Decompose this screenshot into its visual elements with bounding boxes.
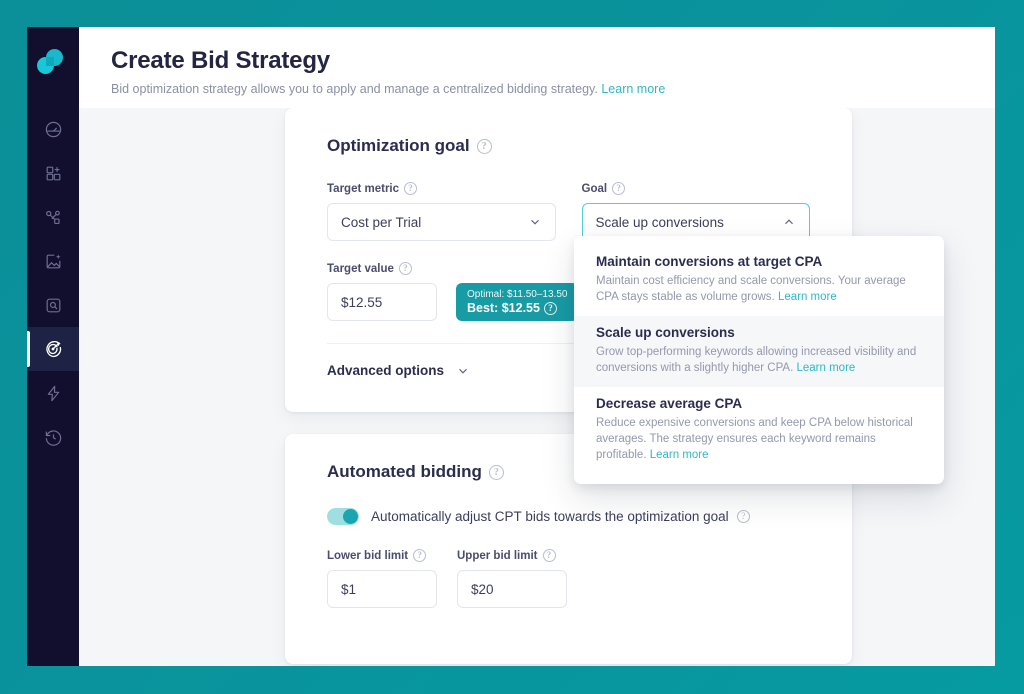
- upper-bid-field: Upper bid limit ?: [457, 549, 567, 608]
- goal-option-learn-more-link[interactable]: Learn more: [778, 291, 837, 303]
- header-learn-more-link[interactable]: Learn more: [601, 82, 665, 96]
- goal-option-title: Maintain conversions at target CPA: [596, 254, 823, 269]
- auto-adjust-label: Automatically adjust CPT bids towards th…: [371, 509, 750, 524]
- image-sparkle-icon: [44, 252, 63, 271]
- page-title: Create Bid Strategy: [111, 47, 330, 74]
- page-content: Optimization goal ? Target metric ? Cost…: [79, 108, 995, 666]
- sidebar: [27, 27, 79, 666]
- goal-label-text: Goal: [581, 182, 608, 195]
- lower-bid-label-text: Lower bid limit: [327, 549, 409, 562]
- goal-option-desc: Reduce expensive conversions and keep CP…: [596, 415, 922, 463]
- target-metric-help-icon[interactable]: ?: [404, 182, 418, 195]
- target-value-help-icon[interactable]: ?: [398, 262, 412, 275]
- automated-bidding-title-text: Automated bidding: [327, 462, 482, 481]
- sidebar-nav: [27, 107, 79, 459]
- goal-option-desc-text: Reduce expensive conversions and keep CP…: [596, 417, 913, 461]
- sidebar-item-bid-strategy[interactable]: [27, 327, 79, 371]
- lower-bid-field: Lower bid limit ?: [327, 549, 437, 608]
- automated-bidding-help-icon[interactable]: ?: [488, 464, 504, 480]
- sidebar-item-creative[interactable]: [27, 239, 79, 283]
- lower-bid-label: Lower bid limit ?: [327, 549, 437, 562]
- nodes-icon: [44, 208, 63, 227]
- bid-limits-row: Lower bid limit ? Upper bid limit ?: [327, 549, 810, 608]
- upper-bid-label: Upper bid limit ?: [457, 549, 567, 562]
- target-value-input[interactable]: [327, 283, 437, 321]
- goal-option-desc: Grow top-performing keywords allowing in…: [596, 344, 922, 376]
- goal-option-desc-text: Grow top-performing keywords allowing in…: [596, 346, 917, 374]
- upper-bid-label-text: Upper bid limit: [457, 549, 538, 562]
- goal-option-learn-more-link[interactable]: Learn more: [797, 362, 856, 374]
- goal-label: Goal ?: [582, 182, 811, 195]
- optimal-value-badge: Optimal: $11.50–13.50 Best: $12.55 ?: [456, 283, 579, 321]
- chevron-up-icon: [782, 215, 796, 229]
- app-logo[interactable]: [33, 45, 73, 85]
- optimization-goal-help-icon[interactable]: ?: [476, 138, 492, 154]
- sidebar-item-automation[interactable]: [27, 371, 79, 415]
- main-pane: Create Bid Strategy Bid optimization str…: [79, 27, 995, 666]
- goal-dropdown-menu: Maintain conversions at target CPA Maint…: [574, 236, 944, 484]
- best-value-help-icon[interactable]: ?: [543, 301, 557, 315]
- optimal-range-text: Optimal: $11.50–13.50: [467, 288, 568, 300]
- goal-option-desc: Maintain cost efficiency and scale conve…: [596, 273, 922, 305]
- goal-option-title: Scale up conversions: [596, 325, 735, 340]
- upper-bid-input[interactable]: [457, 570, 567, 608]
- grid-plus-icon: [44, 164, 63, 183]
- goal-option-title: Decrease average CPA: [596, 396, 743, 411]
- goal-value: Scale up conversions: [595, 214, 724, 230]
- sidebar-item-history[interactable]: [27, 415, 79, 459]
- goal-option-desc-text: Maintain cost efficiency and scale conve…: [596, 275, 906, 303]
- chevron-down-icon: [528, 215, 542, 229]
- auto-adjust-toggle-row: Automatically adjust CPT bids towards th…: [327, 508, 810, 525]
- goal-option-learn-more-link[interactable]: Learn more: [650, 449, 709, 461]
- goal-option-maintain[interactable]: Maintain conversions at target CPA Maint…: [574, 245, 944, 316]
- target-arrow-icon: [43, 339, 63, 359]
- target-metric-select[interactable]: Cost per Trial: [327, 203, 556, 241]
- sidebar-item-network[interactable]: [27, 195, 79, 239]
- target-metric-value: Cost per Trial: [341, 214, 422, 230]
- target-metric-field: Target metric ? Cost per Trial: [327, 182, 556, 241]
- sidebar-item-keyword-research[interactable]: [27, 283, 79, 327]
- sidebar-item-apps[interactable]: [27, 151, 79, 195]
- toggle-knob: [343, 509, 358, 524]
- best-value-text: Best: $12.55: [467, 300, 540, 315]
- sidebar-item-dashboard[interactable]: [27, 107, 79, 151]
- lower-bid-input[interactable]: [327, 570, 437, 608]
- goal-field: Goal ? Scale up conversions: [581, 182, 811, 241]
- logo-overlap: [46, 57, 54, 66]
- page-subtitle-text: Bid optimization strategy allows you to …: [111, 82, 598, 96]
- auto-adjust-toggle[interactable]: [327, 508, 359, 525]
- page-header: Create Bid Strategy Bid optimization str…: [79, 27, 995, 108]
- clock-history-icon: [44, 428, 63, 447]
- goal-help-icon[interactable]: ?: [612, 182, 626, 195]
- upper-bid-help-icon[interactable]: ?: [542, 549, 556, 562]
- auto-adjust-label-text: Automatically adjust CPT bids towards th…: [371, 509, 729, 524]
- page-subtitle: Bid optimization strategy allows you to …: [111, 82, 995, 96]
- app-window: Create Bid Strategy Bid optimization str…: [27, 27, 995, 666]
- lower-bid-help-icon[interactable]: ?: [413, 549, 427, 562]
- goal-option-scale-up[interactable]: Scale up conversions Grow top-performing…: [574, 316, 944, 387]
- auto-adjust-help-icon[interactable]: ?: [736, 510, 750, 523]
- advanced-options-label: Advanced options: [327, 363, 445, 378]
- search-square-icon: [44, 296, 63, 315]
- goal-option-decrease[interactable]: Decrease average CPA Reduce expensive co…: [574, 387, 944, 474]
- chevron-down-icon: [456, 364, 470, 378]
- target-value-label-text: Target value: [327, 262, 394, 275]
- gauge-icon: [44, 120, 63, 139]
- target-metric-label: Target metric ?: [327, 182, 556, 195]
- lightning-icon: [44, 384, 63, 403]
- optimization-goal-title-text: Optimization goal: [327, 136, 470, 155]
- best-value-row: Best: $12.55 ?: [467, 301, 567, 316]
- optimization-goal-title: Optimization goal ?: [327, 136, 810, 156]
- target-metric-label-text: Target metric: [327, 182, 400, 195]
- metric-goal-row: Target metric ? Cost per Trial Goal ? Sc…: [327, 182, 810, 241]
